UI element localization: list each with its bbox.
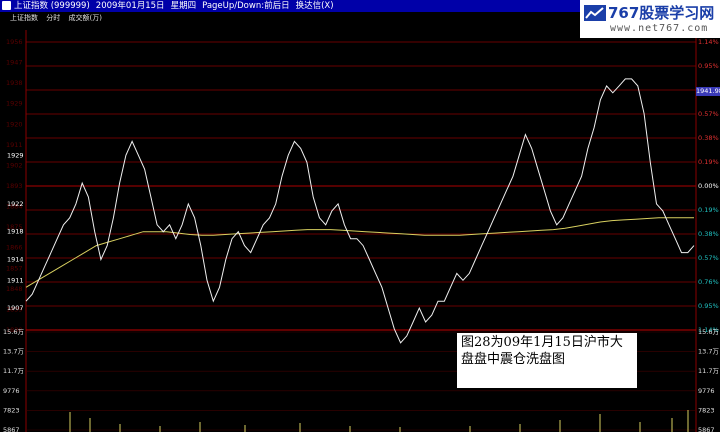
y-left-price-tick: 1918 — [7, 228, 24, 236]
y-left-price-tick: 1907 — [7, 304, 24, 312]
volume-left-tick: 13.7万 — [3, 348, 24, 356]
volume-left-tick: 11.7万 — [3, 367, 24, 375]
figure-caption: 图28为09年1月15日沪市大盘盘中震仓洗盘图 — [457, 333, 637, 388]
volume-right-tick: 11.7万 — [698, 367, 719, 375]
brand-url: www.net767.com — [610, 23, 709, 34]
y-left-tick: 1920 — [6, 120, 23, 128]
volume-right-tick: 13.7万 — [698, 348, 719, 356]
y-left-tick: 1956 — [6, 38, 23, 46]
y-left-price-tick: 1914 — [7, 256, 24, 264]
y-left-tick: 1848 — [6, 285, 23, 293]
y-right-tick: 0.19% — [698, 206, 719, 214]
y-left-tick: 1893 — [6, 182, 23, 190]
y-right-tick: 0.57% — [698, 254, 719, 262]
y-right-tick: 0.95% — [698, 302, 719, 310]
brand-banner: 767股票学习网 www.net767.com — [580, 0, 720, 38]
y-left-tick: 1902 — [6, 161, 23, 169]
volume-right-tick: 15.6万 — [698, 328, 719, 336]
current-price-tag: 1941.98 — [696, 87, 720, 96]
y-right-tick: 1.14% — [698, 38, 719, 46]
volume-left-tick: 9776 — [3, 387, 20, 395]
brand-name: 767股票学习网 — [608, 4, 715, 22]
price-line — [25, 78, 695, 344]
y-right-tick: 0.95% — [698, 62, 719, 70]
y-right-tick: 0.57% — [698, 110, 719, 118]
average-price-line — [25, 217, 694, 288]
y-right-tick: 0.38% — [698, 230, 719, 238]
volume-right-tick: 9776 — [698, 387, 715, 395]
volume-left-tick: 15.6万 — [3, 328, 24, 336]
volume-left-tick: 5867 — [3, 426, 20, 432]
volume-left-tick: 7823 — [3, 406, 20, 414]
y-left-price-tick: 1922 — [7, 200, 24, 208]
y-right-tick: 0.00% — [698, 182, 719, 190]
y-right-tick: 0.76% — [698, 278, 719, 286]
volume-right-tick: 5867 — [698, 426, 715, 432]
y-left-tick: 1929 — [6, 100, 23, 108]
y-right-tick: 0.38% — [698, 134, 719, 142]
y-left-tick: 1947 — [6, 59, 23, 67]
y-left-tick: 1866 — [6, 244, 23, 252]
chart-logo-icon — [584, 5, 606, 21]
y-left-price-tick: 1929 — [7, 151, 24, 159]
volume-right-tick: 7823 — [698, 406, 715, 414]
y-left-tick: 1938 — [6, 79, 23, 87]
y-left-tick: 1857 — [6, 264, 23, 272]
y-left-tick: 1911 — [6, 141, 23, 149]
y-right-tick: 0.19% — [698, 158, 719, 166]
y-left-price-tick: 1911 — [7, 276, 24, 284]
